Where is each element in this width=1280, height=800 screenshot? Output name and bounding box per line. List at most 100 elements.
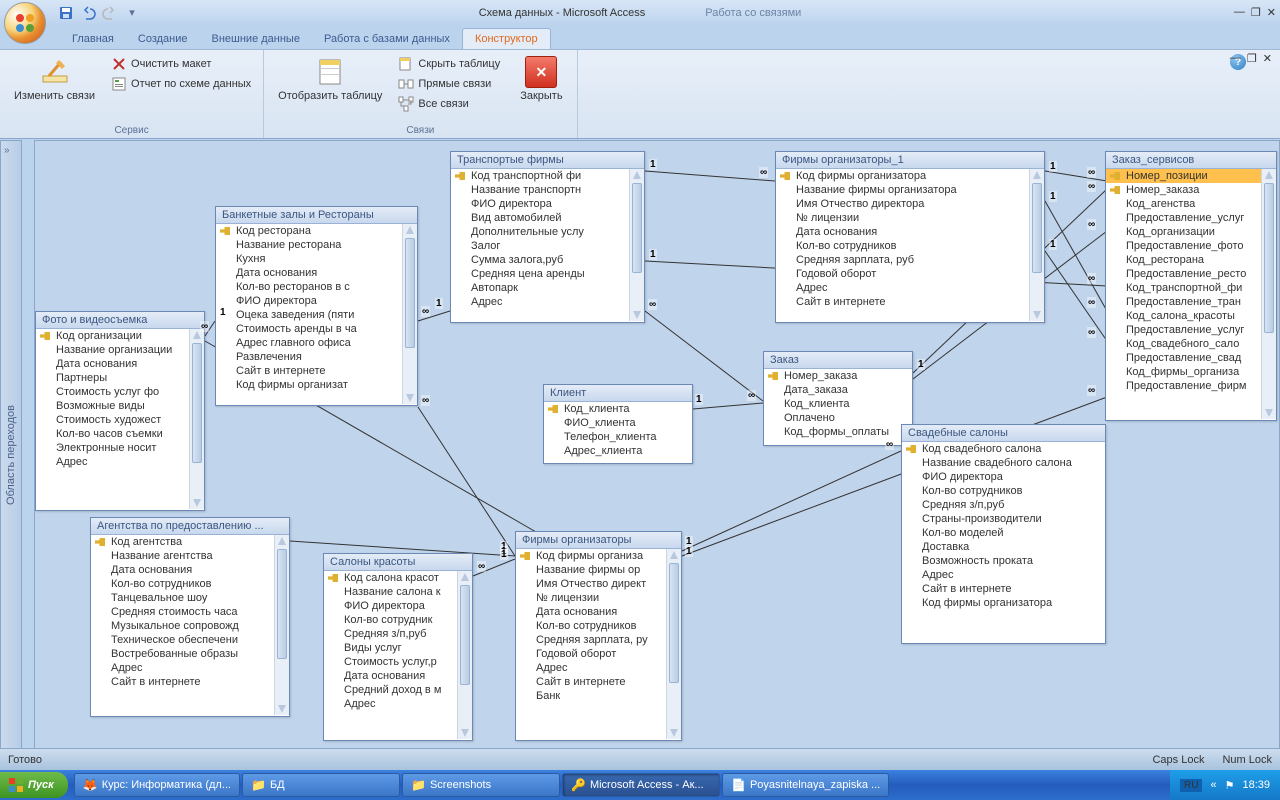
field[interactable]: Востребованные образы bbox=[91, 647, 274, 661]
field[interactable]: Кол-во часов съемки bbox=[36, 427, 189, 441]
table-t_trans[interactable]: Транспортые фирмыКод транспортной фиНазв… bbox=[450, 151, 645, 323]
field[interactable]: Код_ресторана bbox=[1106, 253, 1261, 267]
field[interactable]: № лицензии bbox=[516, 591, 666, 605]
field[interactable]: Сайт в интернете bbox=[216, 364, 402, 378]
vertical-scrollbar[interactable] bbox=[402, 224, 417, 404]
field[interactable]: Предоставление_ресто bbox=[1106, 267, 1261, 281]
field[interactable]: ФИО директора bbox=[902, 470, 1105, 484]
field[interactable]: Музыкальное сопровожд bbox=[91, 619, 274, 633]
field[interactable]: Возможные виды bbox=[36, 399, 189, 413]
field[interactable]: Название транспортн bbox=[451, 183, 629, 197]
field[interactable]: Адрес главного офиса bbox=[216, 336, 402, 350]
field[interactable]: Стоимость услуг,р bbox=[324, 655, 457, 669]
field[interactable]: Стоимость художест bbox=[36, 413, 189, 427]
field[interactable]: Код салона красот bbox=[324, 571, 457, 585]
clear-layout-button[interactable]: Очистить макет bbox=[107, 54, 255, 74]
field[interactable]: Название фирмы ор bbox=[516, 563, 666, 577]
show-table-button[interactable]: Отобразить таблицу bbox=[272, 54, 388, 114]
field[interactable]: Код_фирмы_организа bbox=[1106, 365, 1261, 379]
vertical-scrollbar[interactable] bbox=[457, 571, 472, 739]
field[interactable]: Предоставление_фирм bbox=[1106, 379, 1261, 393]
field[interactable]: Кол-во сотрудников bbox=[516, 619, 666, 633]
field[interactable]: Код_клиента bbox=[764, 397, 912, 411]
taskbar-item[interactable]: 📄Poyasnitelnaya_zapiska ... bbox=[722, 773, 889, 797]
tray-icon[interactable]: ⚑ bbox=[1225, 779, 1235, 792]
field[interactable]: Код организации bbox=[36, 329, 189, 343]
field[interactable]: Средняя з/п,руб bbox=[324, 627, 457, 641]
field[interactable]: Адрес bbox=[451, 295, 629, 309]
vertical-scrollbar[interactable] bbox=[1261, 169, 1276, 419]
field[interactable]: Сайт в интернете bbox=[776, 295, 1029, 309]
table-title[interactable]: Заказ bbox=[764, 352, 912, 369]
table-title[interactable]: Банкетные залы и Рестораны bbox=[216, 207, 417, 224]
field[interactable]: Код фирмы организа bbox=[516, 549, 666, 563]
taskbar-item[interactable]: 📁Screenshots bbox=[402, 773, 560, 797]
field[interactable]: Сайт в интернете bbox=[91, 675, 274, 689]
field[interactable]: Название ресторана bbox=[216, 238, 402, 252]
save-icon[interactable] bbox=[56, 3, 76, 23]
field[interactable]: Адрес bbox=[36, 455, 189, 469]
field[interactable]: Номер_позиции bbox=[1106, 169, 1261, 183]
start-button[interactable]: Пуск bbox=[0, 772, 68, 798]
tray-chevron-icon[interactable]: « bbox=[1210, 779, 1216, 791]
field[interactable]: Средняя цена аренды bbox=[451, 267, 629, 281]
scroll-thumb[interactable] bbox=[192, 343, 202, 463]
minimize-icon[interactable]: — bbox=[1234, 6, 1245, 19]
field[interactable]: Предоставление_услуг bbox=[1106, 211, 1261, 225]
table-title[interactable]: Салоны красоты bbox=[324, 554, 472, 571]
field[interactable]: Код_клиента bbox=[544, 402, 692, 416]
field[interactable]: Название организации bbox=[36, 343, 189, 357]
scroll-thumb[interactable] bbox=[632, 183, 642, 273]
field[interactable]: Адрес bbox=[902, 568, 1105, 582]
table-title[interactable]: Фирмы организаторы_1 bbox=[776, 152, 1044, 169]
field[interactable]: Код_организации bbox=[1106, 225, 1261, 239]
close-icon[interactable]: ✕ bbox=[1267, 6, 1276, 19]
field[interactable]: Дата основания bbox=[776, 225, 1029, 239]
field[interactable]: Код свадебного салона bbox=[902, 442, 1105, 456]
qat-dropdown-icon[interactable]: ▾ bbox=[122, 3, 142, 23]
table-title[interactable]: Свадебные салоны bbox=[902, 425, 1105, 442]
field[interactable]: Средняя стоимость часа bbox=[91, 605, 274, 619]
field[interactable]: Доставка bbox=[902, 540, 1105, 554]
field[interactable]: Предоставление_фото bbox=[1106, 239, 1261, 253]
language-indicator[interactable]: RU bbox=[1180, 779, 1202, 792]
field[interactable]: Электронные носит bbox=[36, 441, 189, 455]
field[interactable]: Средний доход в м bbox=[324, 683, 457, 697]
field[interactable]: Предоставление_услуг bbox=[1106, 323, 1261, 337]
field[interactable]: Код_формы_оплаты bbox=[764, 425, 912, 439]
table-t_org[interactable]: Фирмы организаторыКод фирмы организаНазв… bbox=[515, 531, 682, 741]
field[interactable]: Название агентства bbox=[91, 549, 274, 563]
field[interactable]: Сумма залога,руб bbox=[451, 253, 629, 267]
field[interactable]: Кол-во сотрудник bbox=[324, 613, 457, 627]
field[interactable]: Название салона к bbox=[324, 585, 457, 599]
table-t_order[interactable]: ЗаказНомер_заказаДата_заказаКод_клиентаО… bbox=[763, 351, 913, 446]
relationships-canvas[interactable]: Фото и видеосъемкаКод организацииНазвани… bbox=[34, 140, 1280, 770]
field[interactable]: Адрес bbox=[516, 661, 666, 675]
field[interactable]: Код фирмы организат bbox=[216, 378, 402, 392]
scroll-thumb[interactable] bbox=[277, 549, 287, 659]
field[interactable]: ФИО_клиента bbox=[544, 416, 692, 430]
vertical-scrollbar[interactable] bbox=[274, 535, 289, 715]
field[interactable]: Адрес bbox=[91, 661, 274, 675]
table-t_client[interactable]: КлиентКод_клиентаФИО_клиентаТелефон_клие… bbox=[543, 384, 693, 464]
field[interactable]: Адрес bbox=[324, 697, 457, 711]
table-title[interactable]: Заказ_сервисов bbox=[1106, 152, 1276, 169]
tab-dbtools[interactable]: Работа с базами данных bbox=[312, 29, 462, 49]
table-t_photo[interactable]: Фото и видеосъемкаКод организацииНазвани… bbox=[35, 311, 205, 511]
relation-report-button[interactable]: Отчет по схеме данных bbox=[107, 74, 255, 94]
field[interactable]: Возможность проката bbox=[902, 554, 1105, 568]
field[interactable]: Дата основания bbox=[516, 605, 666, 619]
table-title[interactable]: Клиент bbox=[544, 385, 692, 402]
table-t_rest[interactable]: Банкетные залы и РестораныКод ресторанаН… bbox=[215, 206, 418, 406]
field[interactable]: Средняя зарплата, ру bbox=[516, 633, 666, 647]
field[interactable]: Дата основания bbox=[36, 357, 189, 371]
tab-designer[interactable]: Конструктор bbox=[462, 28, 551, 49]
field[interactable]: Телефон_клиента bbox=[544, 430, 692, 444]
field[interactable]: Кол-во ресторанов в с bbox=[216, 280, 402, 294]
table-title[interactable]: Агентства по предоставлению ... bbox=[91, 518, 289, 535]
field[interactable]: Код агентства bbox=[91, 535, 274, 549]
hide-table-button[interactable]: Скрыть таблицу bbox=[394, 54, 504, 74]
doc-restore-icon[interactable]: ❐ bbox=[1247, 52, 1257, 65]
field[interactable]: Код_агенства bbox=[1106, 197, 1261, 211]
field[interactable]: Кол-во сотрудников bbox=[776, 239, 1029, 253]
